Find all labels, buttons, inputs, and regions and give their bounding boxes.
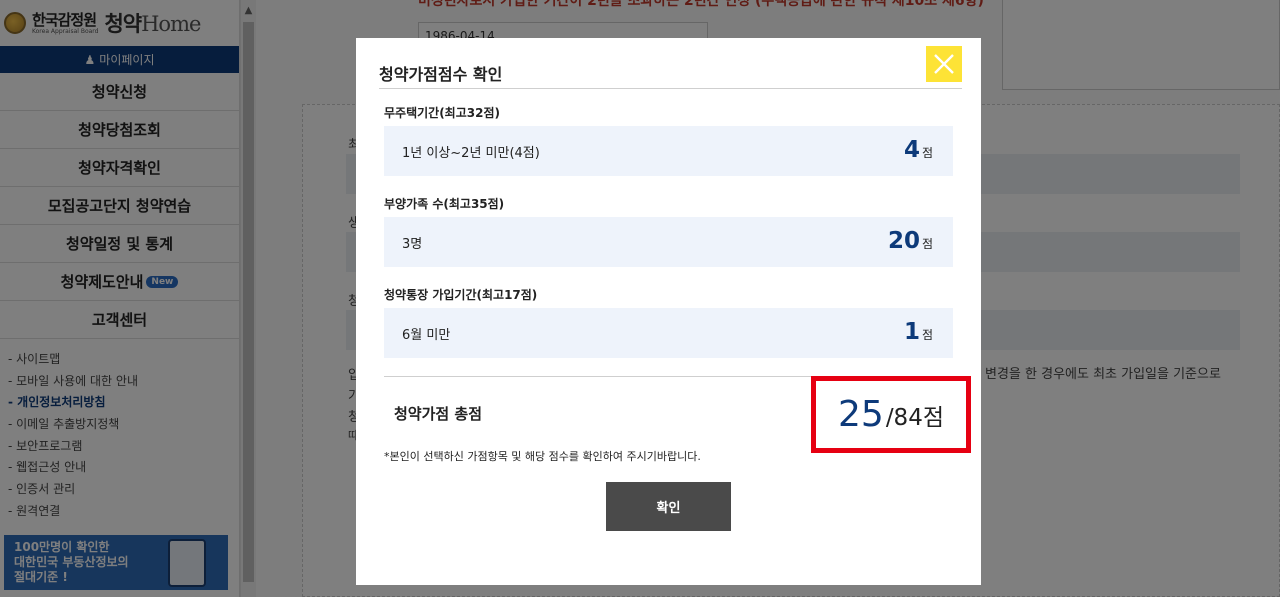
score-unit: 점 (921, 237, 933, 251)
score-row-selection: 3명 (402, 237, 423, 252)
score-row-points: 1 점 (904, 319, 933, 345)
total-score-max: /84점 (885, 404, 944, 431)
score-value: 4 (903, 137, 920, 163)
score-unit: 점 (921, 146, 933, 160)
score-row-account-period: 6월 미만 1 점 (384, 308, 953, 358)
score-row-points: 4 점 (904, 137, 933, 163)
total-score-highlight: 25 /84점 (811, 376, 971, 453)
confirm-button[interactable]: 확인 (606, 482, 731, 531)
section-heading-homeless-period: 무주택기간(최고32점) (384, 106, 500, 120)
score-value: 20 (887, 228, 920, 254)
close-icon (934, 54, 954, 74)
score-row-dependents: 3명 20 점 (384, 217, 953, 267)
modal-title: 청약가점점수 확인 (379, 65, 503, 84)
score-row-selection: 6월 미만 (402, 328, 451, 343)
close-button[interactable] (926, 46, 962, 82)
score-unit: 점 (921, 328, 933, 342)
score-row-homeless-period: 1년 이상~2년 미만(4점) 4 점 (384, 126, 953, 176)
section-heading-account-period: 청약통장 가입기간(최고17점) (384, 288, 538, 302)
notice-text: *본인이 선택하신 가점항목 및 해당 점수를 확인하여 주시기바랍니다. (384, 450, 701, 463)
total-score-value: 25 (838, 394, 884, 435)
score-value: 1 (903, 319, 920, 345)
score-confirm-modal: 청약가점점수 확인 무주택기간(최고32점) 1년 이상~2년 미만(4점) 4… (356, 38, 981, 585)
score-row-points: 20 점 (888, 228, 933, 254)
total-score-label: 청약가점 총점 (394, 405, 483, 423)
score-row-selection: 1년 이상~2년 미만(4점) (402, 146, 540, 161)
section-heading-dependents: 부양가족 수(최고35점) (384, 197, 505, 211)
divider (379, 88, 962, 89)
